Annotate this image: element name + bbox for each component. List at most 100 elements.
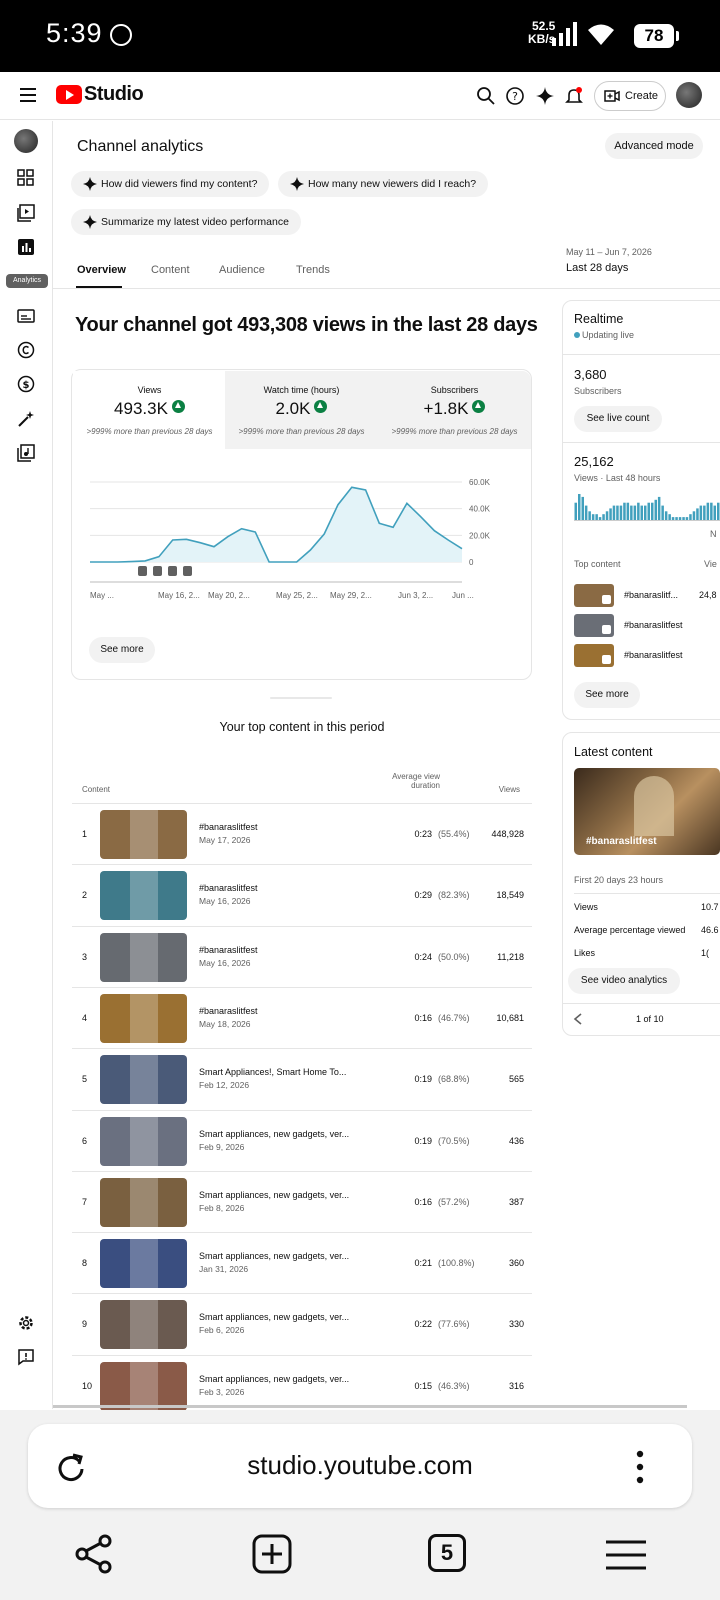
chip-viewers-find[interactable]: How did viewers find my content? bbox=[71, 171, 270, 197]
date-range-label[interactable]: Last 28 days bbox=[566, 262, 628, 274]
metric-subscribers[interactable]: Subscribers +1.8K >999% more than previo… bbox=[378, 371, 531, 449]
channel-avatar[interactable] bbox=[14, 129, 38, 153]
url-bar[interactable]: studio.youtube.com bbox=[28, 1424, 692, 1508]
y-tick-label: 60.0K bbox=[469, 478, 491, 487]
chevron-left-icon[interactable] bbox=[572, 1012, 584, 1026]
see-live-count-button[interactable]: See live count bbox=[574, 406, 662, 432]
latest-content-title: Latest content bbox=[574, 745, 653, 759]
customization-icon[interactable] bbox=[17, 410, 35, 428]
realtime-bar bbox=[692, 511, 696, 520]
hamburger-menu-icon[interactable] bbox=[604, 1538, 648, 1572]
subtitles-icon[interactable] bbox=[17, 307, 35, 325]
video-title[interactable]: Smart appliances, new gadgets, ver... bbox=[199, 1190, 349, 1200]
video-thumbnail[interactable] bbox=[100, 1300, 187, 1350]
notifications-icon[interactable] bbox=[564, 86, 584, 106]
tab-audience[interactable]: Audience bbox=[219, 264, 265, 276]
horizontal-scrollbar[interactable] bbox=[53, 1405, 687, 1408]
earn-icon[interactable]: $ bbox=[17, 375, 35, 393]
see-video-analytics-button[interactable]: See video analytics bbox=[568, 968, 680, 994]
latest-stat-value: 46.6 bbox=[701, 925, 719, 935]
avg-view-duration: 0:19 bbox=[414, 1135, 432, 1146]
video-title[interactable]: Smart appliances, new gadgets, ver... bbox=[199, 1129, 349, 1139]
video-thumbnail[interactable] bbox=[100, 1177, 187, 1227]
video-title[interactable]: Smart Appliances!, Smart Home To... bbox=[199, 1067, 346, 1077]
avg-view-duration: 0:16 bbox=[414, 1196, 432, 1207]
copyright-icon[interactable] bbox=[17, 341, 35, 359]
tab-overview[interactable]: Overview bbox=[77, 264, 126, 276]
content-icon[interactable] bbox=[17, 204, 35, 222]
latest-video-title: #banaraslitfest bbox=[586, 836, 657, 847]
youtube-logo-icon[interactable] bbox=[56, 85, 82, 104]
url-text[interactable]: studio.youtube.com bbox=[28, 1450, 692, 1481]
tab-trends[interactable]: Trends bbox=[296, 264, 330, 276]
col-content[interactable]: Content bbox=[82, 785, 110, 794]
tab-content[interactable]: Content bbox=[151, 264, 190, 276]
video-title[interactable]: #banaraslitfest bbox=[199, 822, 258, 832]
table-row[interactable]: 2 #banaraslitfest May 16, 2026 0:29 (82.3%) 1… bbox=[72, 864, 532, 926]
realtime-views-value: 25,162 bbox=[574, 454, 614, 469]
top-content-thumbnail[interactable] bbox=[574, 644, 614, 667]
video-thumbnail[interactable] bbox=[100, 1116, 187, 1166]
tab-count-button[interactable]: 5 bbox=[428, 1534, 466, 1572]
account-avatar[interactable] bbox=[676, 82, 702, 108]
chip-summarize[interactable]: Summarize my latest video performance bbox=[71, 209, 301, 235]
studio-brand[interactable]: Studio bbox=[84, 83, 144, 106]
menu-icon[interactable] bbox=[20, 88, 36, 102]
realtime-bar bbox=[595, 514, 598, 520]
video-thumbnail[interactable] bbox=[100, 871, 187, 921]
table-row[interactable]: 7 Smart appliances, new gadgets, ver... Fe… bbox=[72, 1170, 532, 1233]
video-title[interactable]: #banaraslitfest bbox=[199, 945, 258, 955]
table-row[interactable]: 8 Smart appliances, new gadgets, ver... Ja… bbox=[72, 1232, 532, 1294]
table-row[interactable]: 4 #banaraslitfest May 18, 2026 0:16 (46.7%) 1… bbox=[72, 986, 532, 1049]
realtime-bar bbox=[644, 505, 647, 520]
dashboard-icon[interactable] bbox=[17, 169, 35, 187]
video-views: 330 bbox=[508, 1319, 524, 1330]
top-content-title[interactable]: #banaraslitf... bbox=[624, 590, 678, 600]
ai-sparkle-icon[interactable] bbox=[535, 86, 555, 106]
col-views[interactable]: Views bbox=[480, 785, 520, 794]
video-thumbnail[interactable] bbox=[100, 932, 187, 982]
top-content-title[interactable]: #banaraslitfest bbox=[624, 650, 683, 660]
video-title[interactable]: Smart appliances, new gadgets, ver... bbox=[199, 1312, 349, 1322]
video-title[interactable]: Smart appliances, new gadgets, ver... bbox=[199, 1374, 349, 1384]
top-content-thumbnail[interactable] bbox=[574, 614, 614, 637]
date-range[interactable]: May 11 – Jun 7, 2026 bbox=[566, 247, 652, 257]
advanced-mode-button[interactable]: Advanced mode bbox=[605, 133, 703, 159]
settings-icon[interactable] bbox=[17, 1314, 35, 1332]
metric-views[interactable]: Views 493.3K >999% more than previous 28… bbox=[73, 371, 226, 449]
table-row[interactable]: 5 Smart Appliances!, Smart Home To... Feb … bbox=[72, 1048, 532, 1110]
realtime-bar-chart[interactable] bbox=[574, 492, 720, 524]
video-thumbnail[interactable] bbox=[100, 993, 187, 1043]
search-icon[interactable] bbox=[476, 86, 496, 106]
analytics-icon[interactable] bbox=[17, 238, 35, 256]
video-thumbnail[interactable] bbox=[100, 1055, 187, 1105]
create-button[interactable]: Create bbox=[594, 81, 666, 111]
new-tab-icon[interactable] bbox=[252, 1534, 292, 1574]
video-title[interactable]: #banaraslitfest bbox=[199, 1006, 258, 1016]
chip-new-viewers[interactable]: How many new viewers did I reach? bbox=[278, 171, 489, 197]
help-icon[interactable]: ? bbox=[505, 86, 525, 106]
video-thumbnail[interactable] bbox=[100, 1361, 187, 1411]
video-thumbnail[interactable] bbox=[100, 1239, 187, 1289]
metric-watch-time[interactable]: Watch time (hours) 2.0K >999% more than … bbox=[225, 371, 378, 449]
video-title[interactable]: #banaraslitfest bbox=[199, 883, 258, 893]
table-row[interactable]: 1 #banaraslitfest May 17, 2026 0:23 (55.4%) 4… bbox=[72, 803, 532, 865]
table-row[interactable]: 6 Smart appliances, new gadgets, ver... Fe… bbox=[72, 1109, 532, 1172]
share-icon[interactable] bbox=[74, 1534, 114, 1574]
video-title[interactable]: Smart appliances, new gadgets, ver... bbox=[199, 1251, 349, 1261]
latest-video-thumbnail[interactable]: #banaraslitfest bbox=[574, 768, 720, 855]
table-row[interactable]: 3 #banaraslitfest May 16, 2026 0:24 (50.0%) 1… bbox=[72, 925, 532, 988]
views-chart[interactable]: 60.0K 40.0K 20.0K 0 May ... May 16, 2... May 2… bbox=[72, 466, 531, 616]
chart-see-more-button[interactable]: See more bbox=[89, 637, 155, 663]
top-content-thumbnail[interactable] bbox=[574, 584, 614, 607]
video-date: May 18, 2026 bbox=[199, 1018, 251, 1029]
latest-pager: 1 of 10 bbox=[636, 1014, 664, 1024]
col-avd[interactable]: Average view duration bbox=[372, 772, 440, 790]
more-vert-icon[interactable] bbox=[634, 1450, 646, 1484]
table-row[interactable]: 9 Smart appliances, new gadgets, ver... Fe… bbox=[72, 1293, 532, 1355]
top-content-title[interactable]: #banaraslitfest bbox=[624, 620, 683, 630]
audio-library-icon[interactable] bbox=[17, 444, 35, 462]
realtime-see-more-button[interactable]: See more bbox=[574, 682, 640, 708]
feedback-icon[interactable] bbox=[17, 1348, 35, 1366]
video-thumbnail[interactable] bbox=[100, 810, 187, 859]
